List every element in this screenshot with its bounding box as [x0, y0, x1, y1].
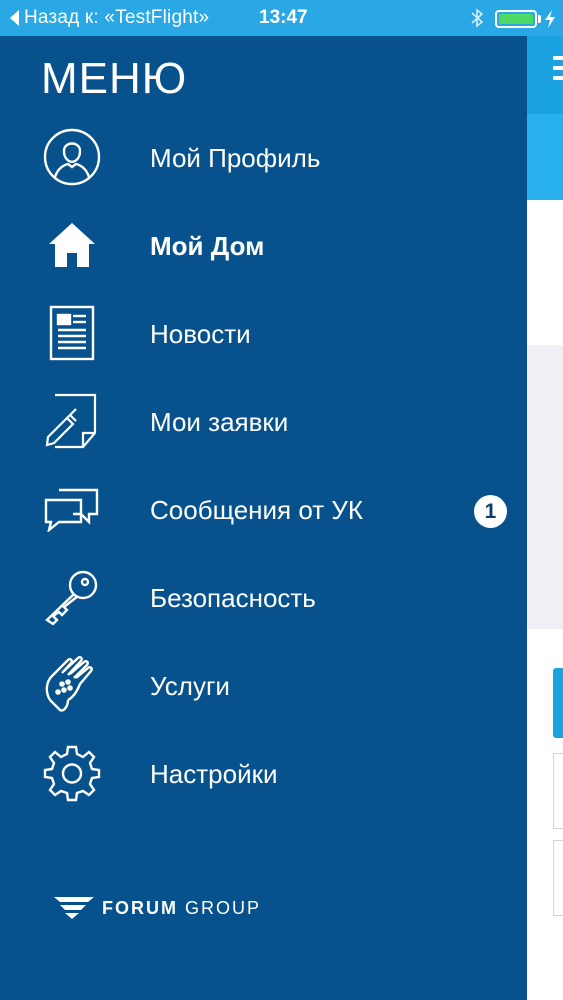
back-arrow-icon: [10, 10, 19, 26]
back-label: Назад к: «TestFlight»: [24, 7, 210, 28]
menu-item-label: Мои заявки: [150, 407, 289, 437]
battery-tip: [538, 15, 541, 23]
background-card[interactable]: [553, 753, 563, 829]
menu-item-requests[interactable]: Мои заявки: [0, 386, 527, 456]
messages-icon: [40, 479, 104, 539]
logo-forum: FORUM: [102, 897, 178, 918]
screen: Назад к: «TestFlight» 13:47 МЕНЮ Мой Про…: [0, 0, 563, 1000]
hand-icon: [40, 655, 104, 715]
menu-item-label: Безопасность: [150, 583, 316, 613]
key-icon: [40, 567, 104, 627]
menu-item-label: Новости: [150, 319, 251, 349]
menu-item-security[interactable]: Безопасность: [0, 562, 527, 632]
home-icon: [40, 215, 104, 275]
menu-item-news[interactable]: Новости: [0, 298, 527, 368]
battery-icon: [495, 10, 537, 28]
bluetooth-icon: [471, 8, 484, 28]
status-bar: Назад к: «TestFlight» 13:47: [0, 0, 563, 36]
logo-wordmark: FORUM GROUP: [102, 898, 261, 919]
menu-item-profile[interactable]: Мой Профиль: [0, 122, 527, 192]
menu-item-messages[interactable]: Сообщения от УК 1: [0, 474, 527, 544]
clock: 13:47: [259, 7, 308, 28]
menu-item-label: Мой Профиль: [150, 143, 321, 173]
menu-item-label: Услуги: [150, 671, 230, 701]
menu-item-label: Мой Дом: [150, 231, 265, 261]
news-icon: [40, 303, 104, 363]
back-to-app-link[interactable]: Назад к: «TestFlight»: [10, 6, 209, 30]
background-button[interactable]: [553, 668, 563, 738]
unread-badge: 1: [474, 495, 507, 528]
profile-icon: [40, 127, 104, 187]
forum-group-logo: FORUM GROUP: [54, 893, 314, 923]
requests-icon: [40, 391, 104, 451]
charging-bolt-icon: [545, 10, 555, 28]
background-card[interactable]: [553, 840, 563, 916]
menu-item-settings[interactable]: Настройки: [0, 738, 527, 808]
menu-item-label: Настройки: [150, 759, 278, 789]
menu-item-home[interactable]: Мой Дом: [0, 210, 527, 280]
logo-group: GROUP: [185, 897, 262, 918]
menu-item-label: Сообщения от УК: [150, 495, 364, 525]
menu-title: МЕНЮ: [41, 54, 188, 103]
side-menu: МЕНЮ Мой Профиль Мой Дом Новости Мои зая…: [0, 36, 527, 1000]
hamburger-icon[interactable]: [553, 56, 563, 86]
menu-item-services[interactable]: Услуги: [0, 650, 527, 720]
gear-icon: [40, 743, 104, 803]
logo-mark-icon: [54, 897, 94, 919]
